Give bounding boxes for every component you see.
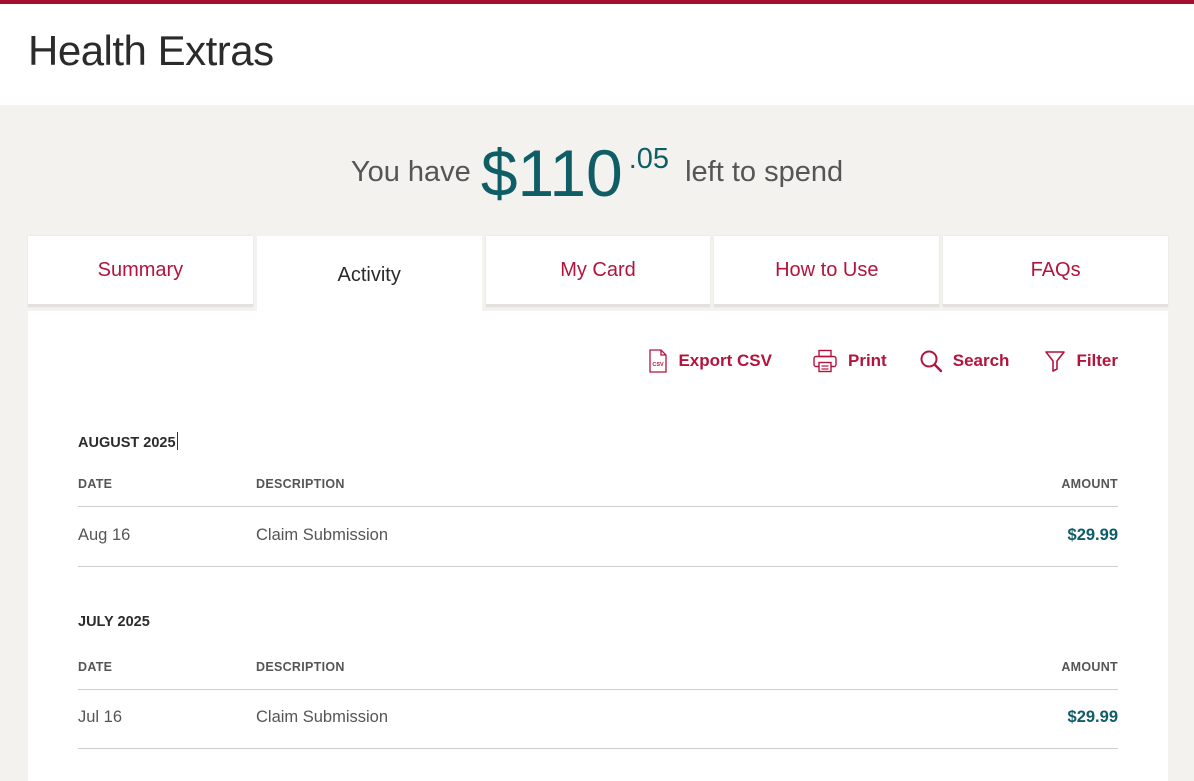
tab-activity[interactable]: Activity <box>256 236 482 311</box>
search-label: Search <box>952 351 1010 370</box>
month-heading: AUGUST 2025 <box>78 432 1118 451</box>
month-section-july-2025: JULY 2025 DATE DESCRIPTION AMOUNT Jul 16… <box>78 614 1118 749</box>
table-row[interactable]: Aug 16 Claim Submission $29.99 <box>78 504 1118 567</box>
balance-prefix: You have <box>350 156 471 188</box>
row-description: Claim Submission <box>256 708 389 726</box>
row-date: Aug 16 <box>78 526 131 544</box>
activity-panel: CSV Export CSV Print Search Filter AUGUS… <box>28 311 1168 781</box>
search-icon <box>920 350 942 373</box>
balance-summary: You have $110 .05 left to spend <box>0 105 1194 236</box>
export-csv-button[interactable]: CSV Export CSV <box>648 349 772 373</box>
csv-file-icon: CSV <box>649 349 668 373</box>
activity-toolbar: CSV Export CSV Print Search Filter <box>648 349 1118 373</box>
column-description: DESCRIPTION <box>256 660 345 674</box>
balance-cents: .05 <box>628 143 670 175</box>
column-amount: AMOUNT <box>1061 660 1118 674</box>
table-row[interactable]: Jul 16 Claim Submission $29.99 <box>78 686 1118 749</box>
row-amount: $29.99 <box>1067 708 1118 726</box>
balance-suffix: left to spend <box>685 156 844 188</box>
row-amount: $29.99 <box>1067 526 1118 544</box>
export-csv-label: Export CSV <box>678 351 772 370</box>
tab-how-to-use[interactable]: How to Use <box>714 236 940 307</box>
tab-faqs[interactable]: FAQs <box>943 236 1168 307</box>
filter-label: Filter <box>1076 351 1118 370</box>
filter-button[interactable]: Filter <box>1044 349 1118 373</box>
table-header: DATE DESCRIPTION AMOUNT <box>78 477 1118 507</box>
text-cursor <box>176 432 178 450</box>
row-date: Jul 16 <box>78 708 123 726</box>
balance-dollars: $110 <box>480 135 623 210</box>
filter-icon <box>1045 351 1066 372</box>
svg-text:CSV: CSV <box>653 362 665 368</box>
row-description: Claim Submission <box>256 526 389 544</box>
column-date: DATE <box>78 660 113 674</box>
tab-summary[interactable]: Summary <box>28 236 253 307</box>
month-heading: JULY 2025 <box>78 614 150 630</box>
print-button[interactable]: Print <box>812 349 887 373</box>
app-header: Health Extras <box>0 4 1194 105</box>
column-date: DATE <box>78 477 113 491</box>
search-button[interactable]: Search <box>919 349 1010 373</box>
month-section-august-2025: AUGUST 2025 DATE DESCRIPTION AMOUNT Aug … <box>78 432 1118 567</box>
tab-my-card[interactable]: My Card <box>485 236 711 307</box>
app-title: Health Extras <box>28 26 274 74</box>
column-amount: AMOUNT <box>1061 477 1118 491</box>
column-description: DESCRIPTION <box>256 477 345 491</box>
printer-icon <box>813 349 837 373</box>
print-label: Print <box>848 351 887 370</box>
tab-bar: Summary Activity My Card How to Use FAQs <box>28 236 1168 311</box>
